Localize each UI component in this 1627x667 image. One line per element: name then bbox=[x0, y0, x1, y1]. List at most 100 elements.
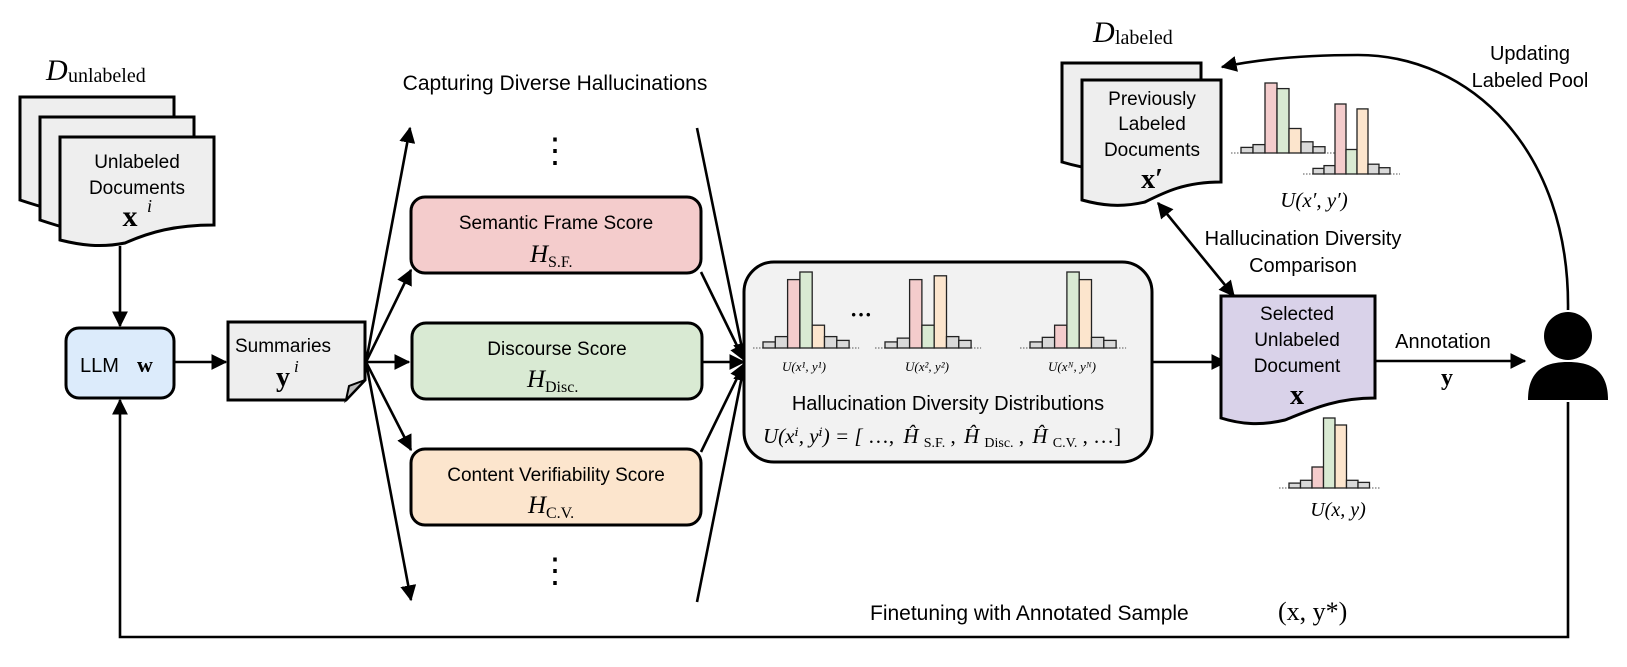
sf-sym: H bbox=[529, 241, 550, 268]
selected-var: x bbox=[1290, 380, 1304, 411]
hist-bar-gray bbox=[1345, 479, 1359, 489]
hist-bar-green bbox=[799, 271, 813, 349]
formula-sub-disc: Disc. bbox=[984, 436, 1013, 451]
hist-bar-gray bbox=[1323, 164, 1336, 175]
hist-bar-red bbox=[1264, 82, 1278, 154]
score-content-verifiability: Content Verifiability Score H C.V. bbox=[409, 447, 703, 527]
selected-histogram bbox=[1279, 417, 1380, 489]
formula-h-cv: Ĥ bbox=[1031, 424, 1049, 448]
score-discourse: Discourse Score H Disc. bbox=[410, 321, 704, 401]
vdots-bottom: ⋮ bbox=[538, 553, 572, 590]
formula-comma-2: , bbox=[1019, 424, 1024, 448]
llm-node: LLM w bbox=[64, 326, 176, 400]
disc-sym: H bbox=[526, 366, 547, 393]
cv-sub: C.V. bbox=[546, 505, 574, 522]
arrow-to-sf bbox=[364, 268, 413, 363]
hist-bar-orange bbox=[1356, 108, 1369, 175]
labeled-doc-line3: Documents bbox=[1104, 140, 1200, 161]
hist-bar-green bbox=[1345, 148, 1358, 175]
hist-bar-gray bbox=[1041, 336, 1056, 349]
finetune-label: Finetuning with Annotated Sample bbox=[870, 602, 1189, 625]
distributions-panel: ··· U(x¹, y¹) U(x², y²) U(xᴺ, yᴺ) Halluc… bbox=[742, 260, 1154, 464]
hist-bar-gray bbox=[1312, 167, 1325, 175]
unlabeled-doc-var: x bbox=[123, 200, 138, 233]
finetune-math: (x, y*) bbox=[1278, 597, 1347, 626]
formula-item-0: …, bbox=[868, 424, 894, 448]
cv-label: Content Verifiability Score bbox=[447, 465, 665, 486]
hist-bar-gray bbox=[762, 341, 776, 349]
update-line2: Labeled Pool bbox=[1472, 70, 1589, 92]
sf-sub: S.F. bbox=[548, 254, 573, 271]
hist-bar-gray bbox=[1029, 341, 1043, 349]
llm-label: LLM bbox=[80, 355, 119, 377]
hist-bar-red bbox=[786, 278, 801, 349]
formula-sub-cv: C.V. bbox=[1053, 436, 1078, 451]
hist-bar-orange bbox=[811, 324, 826, 349]
capture-title: Capturing Diverse Hallucinations bbox=[403, 72, 708, 95]
selected-histogram-bars bbox=[1279, 417, 1380, 489]
labeled-doc-var: x′ bbox=[1141, 164, 1163, 195]
hist-bar-red bbox=[1311, 466, 1325, 489]
selected-line3: Document bbox=[1254, 356, 1341, 377]
hist-label-2: U(x², y²) bbox=[905, 359, 949, 374]
arrow-from-bottom bbox=[695, 364, 749, 603]
selected-line2: Unlabeled bbox=[1254, 330, 1340, 351]
labeled-pool-symbol: D bbox=[1092, 16, 1115, 49]
labeled-doc-line2: Labeled bbox=[1118, 114, 1186, 135]
disc-label: Discourse Score bbox=[487, 339, 626, 360]
annotator-person-icon bbox=[1528, 312, 1608, 400]
summaries-label: Summaries bbox=[235, 336, 331, 357]
hist-bar-orange bbox=[1288, 127, 1302, 154]
labeled-histogram-1 bbox=[1231, 82, 1335, 154]
unlabeled-doc-line1: Unlabeled bbox=[94, 152, 180, 173]
hist-bar-gray bbox=[958, 339, 972, 349]
arrow-from-sf bbox=[699, 271, 746, 362]
hist-bar-red bbox=[1334, 103, 1347, 175]
labeled-doc-line1: Previously bbox=[1108, 89, 1196, 110]
hist-bar-gray bbox=[774, 335, 789, 349]
unlabeled-pool-subscript: unlabeled bbox=[68, 65, 146, 87]
hist-bar-gray bbox=[896, 337, 911, 349]
person-body bbox=[1528, 362, 1608, 400]
hist-bar-green bbox=[921, 324, 935, 349]
unlabeled-doc-line2: Documents bbox=[89, 178, 185, 199]
hist-bar-red bbox=[1053, 324, 1068, 349]
hist-bar-orange bbox=[1334, 424, 1348, 489]
labeled-histograms bbox=[1231, 82, 1400, 175]
sf-label: Semantic Frame Score bbox=[459, 213, 653, 234]
llm-var: w bbox=[137, 352, 153, 377]
labeled-pool: D labeled Previously Labeled Documents x… bbox=[1060, 16, 1400, 212]
distributions-title: Hallucination Diversity Distributions bbox=[792, 393, 1104, 415]
hist-bar-green bbox=[1322, 417, 1336, 489]
hist-bar-gray bbox=[1312, 146, 1326, 154]
update-line1: Updating bbox=[1490, 43, 1570, 65]
hist-bar-gray bbox=[1288, 482, 1302, 489]
active-learning-diagram: D unlabeled Unlabeled Documents x i LLM … bbox=[18, 16, 1608, 639]
formula-h-disc: Ĥ bbox=[963, 424, 981, 448]
comparison-line2: Comparison bbox=[1249, 255, 1357, 277]
hist-label-1: U(x¹, y¹) bbox=[782, 359, 826, 374]
vdots-top: ⋮ bbox=[538, 133, 572, 170]
annotation-var: y bbox=[1441, 365, 1453, 391]
formula-h-sf: Ĥ bbox=[902, 424, 920, 448]
hist-bar-gray bbox=[823, 335, 838, 349]
selected-line1: Selected bbox=[1260, 304, 1334, 325]
unlabeled-doc-var-sup: i bbox=[147, 196, 152, 216]
hist-bar-orange bbox=[1078, 278, 1093, 349]
hist-bar-gray bbox=[1090, 336, 1105, 349]
selected-document: Selected Unlabeled Document x U(x, y) bbox=[1219, 294, 1380, 521]
hist-bar-gray bbox=[1300, 141, 1314, 154]
hist-bar-gray bbox=[1367, 163, 1380, 175]
cv-sym: H bbox=[527, 492, 548, 519]
disc-sub: Disc. bbox=[545, 379, 578, 396]
selected-hist-label: U(x, y) bbox=[1310, 499, 1366, 521]
annotation-label: Annotation bbox=[1395, 331, 1491, 353]
labeled-histogram-2 bbox=[1303, 103, 1400, 175]
summaries-node: Summaries y i bbox=[226, 320, 367, 404]
formula-tail: , …] bbox=[1083, 424, 1122, 448]
arrow-from-top bbox=[695, 127, 749, 360]
unlabeled-pool: D unlabeled Unlabeled Documents x i bbox=[18, 54, 216, 248]
hist-bar-green bbox=[1276, 87, 1290, 154]
dist-ellipsis: ··· bbox=[850, 302, 872, 327]
arrow-to-cv bbox=[364, 361, 413, 452]
